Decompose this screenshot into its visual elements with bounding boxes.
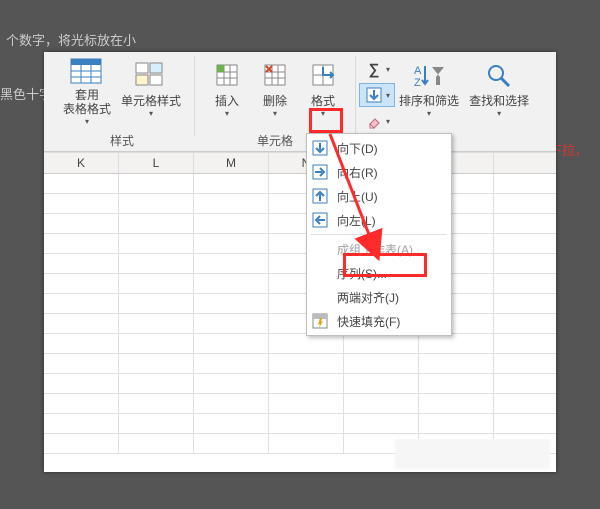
group-label-cells: 单元格 (257, 132, 293, 149)
arrow-right-icon (311, 163, 329, 181)
menu-fill-group: 成组工作表(A)... (307, 237, 451, 261)
worksheet[interactable]: K L M N (44, 152, 556, 472)
chevron-down-icon: ▾ (273, 109, 277, 118)
col-header[interactable]: L (119, 153, 194, 173)
fill-button[interactable]: ▾ (360, 84, 394, 106)
group-label-styles: 样式 (110, 132, 134, 149)
group-styles: 套用 表格格式 ▾ (54, 56, 190, 149)
chevron-down-icon: ▾ (386, 65, 390, 74)
delete-cells-icon (257, 58, 293, 92)
flash-fill-icon (311, 312, 329, 330)
clear-button[interactable]: ▾ (360, 110, 394, 132)
editing-stack: ∑ ▾ ▾ (360, 56, 394, 132)
menu-fill-series[interactable]: 序列(S)... (307, 261, 451, 285)
arrow-down-icon (311, 139, 329, 157)
chevron-down-icon: ▾ (427, 109, 431, 118)
cell-styles-button[interactable]: 单元格样式 ▾ (116, 56, 186, 128)
bg-hint1: 个数字，将光标放在小 (6, 30, 136, 49)
menu-fill-right[interactable]: 向右(R) (307, 160, 451, 184)
svg-text:A: A (414, 65, 422, 77)
excel-window: 套用 表格格式 ▾ (44, 52, 556, 472)
menu-flash-fill[interactable]: 快速填充(F) (307, 309, 451, 333)
col-header[interactable]: K (44, 153, 119, 173)
search-icon (481, 58, 517, 92)
menu-fill-down[interactable]: 向下(D) (307, 136, 451, 160)
format-as-table-button[interactable]: 套用 表格格式 ▾ (58, 56, 116, 128)
watermark-patch (395, 439, 550, 469)
svg-text:Z: Z (414, 77, 421, 89)
format-cells-icon (305, 58, 341, 92)
find-select-button[interactable]: 查找和选择 ▾ (464, 56, 534, 128)
chevron-down-icon: ▾ (321, 109, 325, 118)
insert-button[interactable]: 插入 ▾ (203, 56, 251, 128)
chevron-down-icon: ▾ (85, 117, 89, 126)
eraser-icon (364, 111, 384, 131)
arrow-up-icon (311, 187, 329, 205)
chevron-down-icon: ▾ (497, 109, 501, 118)
col-header[interactable]: M (194, 153, 269, 173)
chevron-down-icon: ▾ (149, 109, 153, 118)
sort-filter-button[interactable]: A Z 排序和筛选 ▾ (394, 56, 464, 128)
separator (355, 56, 356, 136)
fill-dropdown: 向下(D) 向右(R) 向上(U) 向左(L) 成组工作表(A)... (306, 133, 452, 336)
cell-styles-icon (133, 58, 169, 92)
insert-cells-icon (209, 58, 245, 92)
delete-button[interactable]: 删除 ▾ (251, 56, 299, 128)
arrow-left-icon (311, 211, 329, 229)
ribbon: 套用 表格格式 ▾ (44, 52, 556, 152)
fill-down-icon (364, 85, 384, 105)
separator (194, 56, 195, 136)
chevron-down-icon: ▾ (225, 109, 229, 118)
menu-fill-justify[interactable]: 两端对齐(J) (307, 285, 451, 309)
autosum-button[interactable]: ∑ ▾ (360, 58, 394, 80)
grid[interactable] (44, 174, 556, 454)
sigma-icon: ∑ (364, 59, 384, 79)
column-headers: K L M N (44, 152, 556, 174)
table-icon (69, 58, 105, 86)
sort-filter-icon: A Z (411, 58, 447, 92)
menu-fill-up[interactable]: 向上(U) (307, 184, 451, 208)
chevron-down-icon: ▾ (386, 91, 390, 100)
menu-fill-left[interactable]: 向左(L) (307, 208, 451, 232)
format-button[interactable]: 格式 ▾ (299, 56, 347, 128)
chevron-down-icon: ▾ (386, 117, 390, 126)
menu-separator (311, 234, 447, 235)
col-header[interactable] (494, 153, 556, 173)
